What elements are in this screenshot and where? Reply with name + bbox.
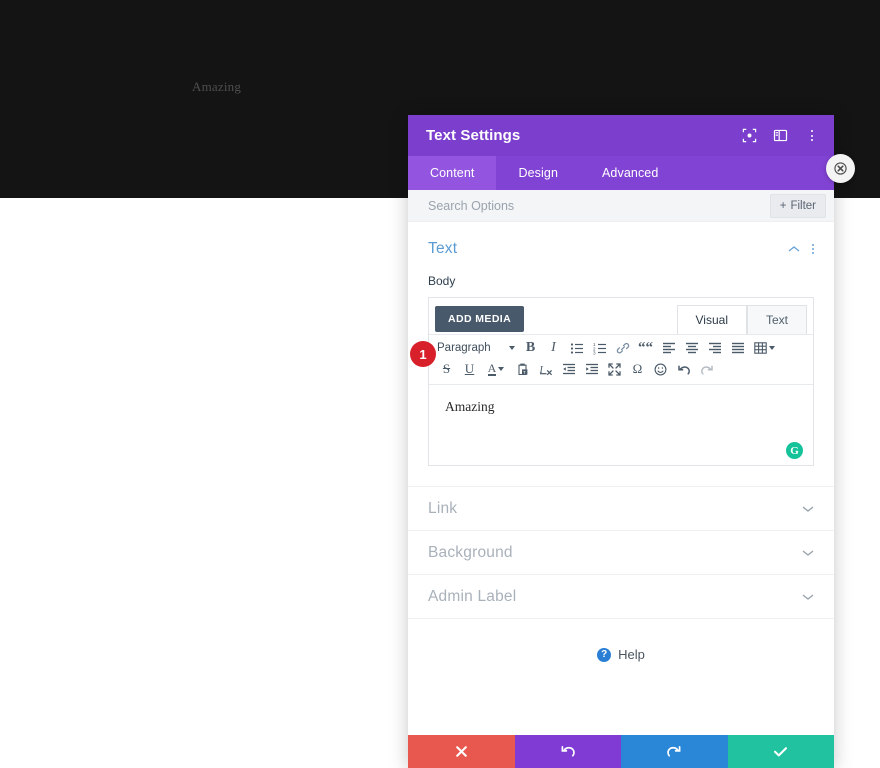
- editor-topbar: ADD MEDIA Visual Text: [429, 298, 813, 334]
- chevron-down-icon: [802, 505, 814, 513]
- redo-icon[interactable]: [695, 359, 718, 379]
- help-zone: ? Help: [408, 619, 834, 735]
- body-field-label: Body: [428, 274, 456, 288]
- editor-tab-visual-label: Visual: [695, 312, 728, 327]
- tab-content-label: Content: [430, 166, 475, 180]
- fullscreen-icon[interactable]: [741, 127, 758, 144]
- search-input[interactable]: [426, 197, 770, 214]
- section-background[interactable]: Background: [408, 531, 834, 575]
- help-link[interactable]: ? Help: [597, 647, 645, 662]
- editor-toolbar: Paragraph B I 1 2 3 ““ S U A T I Ω: [429, 334, 813, 384]
- filter-button-label: Filter: [790, 199, 816, 212]
- bold-icon[interactable]: B: [519, 338, 542, 358]
- filter-plus-icon: +: [779, 199, 787, 212]
- numbered-list-icon[interactable]: 1 2 3: [588, 338, 611, 358]
- align-justify-icon[interactable]: [726, 338, 749, 358]
- paragraph-format-select[interactable]: Paragraph: [435, 338, 519, 358]
- section-background-title: Background: [428, 543, 513, 561]
- editor-toolbar-row-1: Paragraph B I 1 2 3 ““: [435, 338, 809, 358]
- modal-header-actions: [741, 127, 820, 144]
- undo-icon[interactable]: [672, 359, 695, 379]
- editor-tab-visual[interactable]: Visual: [676, 304, 747, 334]
- editor-content-text: Amazing: [445, 399, 495, 414]
- tab-advanced-label: Advanced: [602, 166, 659, 180]
- wysiwyg-editor: ADD MEDIA Visual Text Paragraph B I 1 2 …: [428, 297, 814, 466]
- editor-tab-text[interactable]: Text: [746, 304, 807, 334]
- section-text-actions: [788, 244, 814, 254]
- align-right-icon[interactable]: [703, 338, 726, 358]
- tab-design[interactable]: Design: [496, 156, 580, 190]
- section-text-header[interactable]: Text: [428, 240, 814, 258]
- chevron-down-icon: [802, 549, 814, 557]
- section-admin-label[interactable]: Admin Label: [408, 575, 834, 619]
- more-options-icon[interactable]: [803, 127, 820, 144]
- section-text-title: Text: [428, 240, 458, 257]
- add-media-button[interactable]: ADD MEDIA: [435, 306, 525, 332]
- grammarly-icon[interactable]: G: [786, 442, 803, 459]
- modal-body: Text Body ADD MEDIA Visual Text Paragrap…: [408, 222, 834, 735]
- modal-close-round-button[interactable]: [826, 154, 855, 183]
- check-icon: [773, 745, 788, 758]
- special-character-icon[interactable]: Ω: [626, 359, 649, 379]
- chevron-down-icon: [802, 593, 814, 601]
- section-text: Text Body ADD MEDIA Visual Text Paragrap…: [408, 222, 834, 487]
- layout-toggle-icon[interactable]: [772, 127, 789, 144]
- filter-button[interactable]: + Filter: [769, 193, 826, 218]
- redo-button[interactable]: [621, 735, 728, 768]
- align-center-icon[interactable]: [680, 338, 703, 358]
- section-more-options-icon[interactable]: [812, 244, 814, 254]
- modal-tab-bar: Content Design Advanced: [408, 156, 834, 190]
- chevron-down-icon: [509, 346, 515, 350]
- cross-icon: [455, 745, 468, 758]
- outdent-icon[interactable]: [557, 359, 580, 379]
- strikethrough-icon[interactable]: S: [435, 359, 458, 379]
- tab-design-label: Design: [518, 166, 558, 180]
- editor-toolbar-row-2: S U A T I Ω: [435, 359, 809, 379]
- text-color-icon[interactable]: A: [481, 359, 511, 379]
- tab-content[interactable]: Content: [408, 156, 497, 190]
- fullscreen-editor-icon[interactable]: [603, 359, 626, 379]
- svg-text:T: T: [523, 369, 526, 374]
- chevron-up-icon[interactable]: [788, 245, 800, 253]
- underline-icon[interactable]: U: [458, 359, 481, 379]
- section-link[interactable]: Link: [408, 487, 834, 531]
- clear-formatting-icon[interactable]: I: [534, 359, 557, 379]
- editor-mode-tabs: Visual Text: [676, 304, 807, 334]
- section-link-title: Link: [428, 499, 458, 517]
- annotation-badge-1: 1: [410, 341, 436, 367]
- help-label: Help: [618, 647, 645, 662]
- link-icon[interactable]: [611, 338, 634, 358]
- text-color-chevron-down-icon: [498, 367, 505, 371]
- bulleted-list-icon[interactable]: [565, 338, 588, 358]
- help-icon: ?: [597, 647, 612, 662]
- redo-arrow-icon: [666, 744, 682, 759]
- save-button[interactable]: [727, 735, 834, 768]
- cancel-button[interactable]: [408, 735, 515, 768]
- paragraph-format-value: Paragraph: [437, 342, 491, 354]
- tab-advanced[interactable]: Advanced: [580, 156, 680, 190]
- table-chevron-down-icon: [768, 346, 775, 350]
- italic-icon[interactable]: I: [542, 338, 565, 358]
- page-background-text: Amazing: [192, 79, 242, 94]
- svg-text:3: 3: [593, 350, 596, 354]
- paste-as-text-icon[interactable]: T: [511, 359, 534, 379]
- blockquote-icon[interactable]: ““: [634, 338, 657, 358]
- modal-title: Text Settings: [426, 127, 521, 144]
- align-left-icon[interactable]: [657, 338, 680, 358]
- modal-header: Text Settings: [408, 115, 834, 156]
- undo-button[interactable]: [514, 735, 621, 768]
- svg-text:I: I: [539, 365, 544, 376]
- modal-footer: [408, 735, 834, 768]
- screen-canvas: Amazing Text Settings Content Design Adv…: [0, 0, 880, 768]
- search-options-row: + Filter: [408, 190, 834, 222]
- undo-arrow-icon: [560, 744, 576, 759]
- editor-content-area[interactable]: Amazing G: [429, 384, 813, 465]
- editor-tab-text-label: Text: [765, 312, 788, 327]
- text-settings-modal: Text Settings Content Design Advanced Se…: [408, 115, 834, 768]
- section-admin-label-title: Admin Label: [428, 587, 517, 605]
- emoji-icon[interactable]: [649, 359, 672, 379]
- table-icon[interactable]: [749, 338, 779, 358]
- indent-icon[interactable]: [580, 359, 603, 379]
